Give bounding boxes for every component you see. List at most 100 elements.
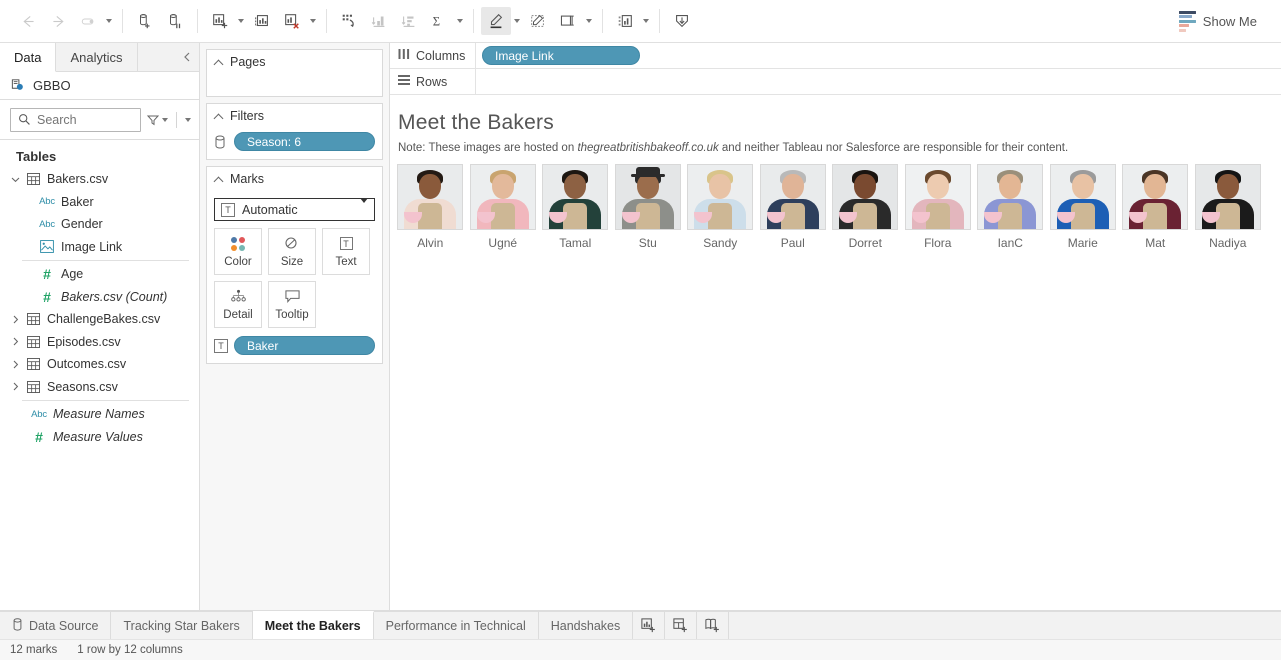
highlight-icon[interactable] bbox=[481, 7, 511, 35]
baker-photo[interactable] bbox=[542, 164, 609, 230]
color-button[interactable]: Color bbox=[214, 228, 262, 275]
marks-card-header[interactable]: Marks bbox=[207, 167, 382, 191]
clear-sheet-icon[interactable] bbox=[277, 7, 307, 35]
baker-photo[interactable] bbox=[977, 164, 1044, 230]
baker-photo[interactable] bbox=[687, 164, 754, 230]
baker-photo[interactable] bbox=[614, 164, 681, 230]
baker-name-label: IanC bbox=[997, 236, 1023, 250]
note-link[interactable]: thegreatbritishbakeoff.co.uk bbox=[577, 142, 718, 154]
chevron-right-icon[interactable] bbox=[8, 337, 22, 346]
field-row[interactable]: Episodes.csv bbox=[0, 331, 199, 354]
baker-cell[interactable]: Tamal bbox=[539, 164, 612, 250]
chevron-right-icon[interactable] bbox=[8, 382, 22, 391]
detail-button[interactable]: Detail bbox=[214, 281, 262, 328]
field-row[interactable]: # Measure Values bbox=[0, 426, 199, 449]
tab-data-source[interactable]: Data Source bbox=[0, 612, 112, 639]
new-dashboard-button[interactable] bbox=[665, 612, 698, 639]
fit-icon[interactable] bbox=[553, 7, 583, 35]
baker-photo[interactable] bbox=[1194, 164, 1261, 230]
collapse-pane-icon[interactable] bbox=[175, 43, 199, 71]
tab-data[interactable]: Data bbox=[0, 43, 57, 72]
field-row[interactable]: Abc Measure Names bbox=[0, 403, 199, 426]
baker-photo[interactable] bbox=[904, 164, 971, 230]
tooltip-button[interactable]: Tooltip bbox=[268, 281, 316, 328]
baker-cell[interactable]: Paul bbox=[757, 164, 830, 250]
field-row[interactable]: Abc Gender bbox=[0, 213, 199, 236]
chevron-right-icon[interactable] bbox=[8, 360, 22, 369]
fit-caret[interactable] bbox=[583, 7, 595, 35]
filters-card-header[interactable]: Filters bbox=[207, 104, 382, 128]
field-row[interactable]: # Age bbox=[0, 263, 199, 286]
filters-card-body[interactable]: Season: 6 bbox=[207, 128, 382, 159]
pause-auto-update-icon[interactable] bbox=[160, 7, 190, 35]
highlight-caret[interactable] bbox=[511, 7, 523, 35]
mark-type-dropdown[interactable]: T Automatic bbox=[214, 197, 375, 221]
show-me-button[interactable]: Show Me bbox=[1171, 8, 1269, 35]
columns-shelf-drop[interactable]: Image Link bbox=[476, 43, 1281, 68]
columns-pill-image-link[interactable]: Image Link bbox=[482, 46, 640, 65]
cards-caret[interactable] bbox=[640, 7, 652, 35]
filter-pill-season[interactable]: Season: 6 bbox=[234, 132, 375, 151]
forward-button[interactable] bbox=[43, 7, 73, 35]
field-row[interactable]: Image Link bbox=[0, 236, 199, 259]
text-button[interactable]: T Text bbox=[322, 228, 370, 275]
size-button[interactable]: Size bbox=[268, 228, 316, 275]
baker-photo[interactable] bbox=[1122, 164, 1189, 230]
marks-pill-baker[interactable]: Baker bbox=[234, 336, 375, 355]
field-row[interactable]: Seasons.csv bbox=[0, 376, 199, 399]
refresh-dropdown-caret[interactable] bbox=[103, 7, 115, 35]
field-row[interactable]: Abc Baker bbox=[0, 191, 199, 214]
freeform-select-icon[interactable] bbox=[523, 7, 553, 35]
rows-shelf-drop[interactable] bbox=[476, 69, 1281, 94]
field-row[interactable]: # Bakers.csv (Count) bbox=[0, 286, 199, 309]
baker-cell[interactable]: IanC bbox=[974, 164, 1047, 250]
baker-photo[interactable] bbox=[759, 164, 826, 230]
sort-ascending-icon[interactable] bbox=[364, 7, 394, 35]
baker-cell[interactable]: Nadiya bbox=[1192, 164, 1265, 250]
add-data-source-icon[interactable] bbox=[130, 7, 160, 35]
swap-rows-columns-icon[interactable] bbox=[334, 7, 364, 35]
pages-card-body[interactable] bbox=[207, 74, 382, 96]
field-row[interactable]: ChallengeBakes.csv bbox=[0, 308, 199, 331]
baker-cell[interactable]: Dorret bbox=[829, 164, 902, 250]
new-story-button[interactable] bbox=[697, 612, 730, 639]
baker-photo[interactable] bbox=[832, 164, 899, 230]
totals-caret[interactable] bbox=[454, 7, 466, 35]
baker-cell[interactable]: Stu bbox=[612, 164, 685, 250]
baker-cell[interactable]: Ugné bbox=[467, 164, 540, 250]
duplicate-sheet-icon[interactable] bbox=[247, 7, 277, 35]
tab-tracking-star-bakers[interactable]: Tracking Star Bakers bbox=[111, 612, 253, 639]
baker-cell[interactable]: Flora bbox=[902, 164, 975, 250]
tab-analytics[interactable]: Analytics bbox=[56, 43, 138, 71]
new-worksheet-caret[interactable] bbox=[235, 7, 247, 35]
field-row[interactable]: Bakers.csv bbox=[0, 168, 199, 191]
download-icon[interactable] bbox=[667, 7, 697, 35]
clear-sheet-caret[interactable] bbox=[307, 7, 319, 35]
filter-fields-button[interactable] bbox=[146, 109, 168, 131]
baker-cell[interactable]: Mat bbox=[1119, 164, 1192, 250]
search-field[interactable] bbox=[10, 108, 141, 132]
chevron-right-icon[interactable] bbox=[8, 315, 22, 324]
data-pane-menu-button[interactable] bbox=[185, 109, 191, 131]
totals-icon[interactable]: Σ bbox=[424, 7, 454, 35]
tab-meet-the-bakers[interactable]: Meet the Bakers bbox=[252, 611, 374, 639]
show-hide-cards-icon[interactable] bbox=[610, 7, 640, 35]
refresh-data-source-button[interactable] bbox=[73, 7, 103, 35]
field-row[interactable]: Outcomes.csv bbox=[0, 353, 199, 376]
baker-photo[interactable] bbox=[469, 164, 536, 230]
chevron-down-icon[interactable] bbox=[8, 175, 22, 184]
pages-card-header[interactable]: Pages bbox=[207, 50, 382, 74]
tab-performance-in-technical[interactable]: Performance in Technical bbox=[374, 612, 539, 639]
new-worksheet-icon[interactable] bbox=[205, 7, 235, 35]
baker-photo[interactable] bbox=[397, 164, 464, 230]
back-button[interactable] bbox=[13, 7, 43, 35]
data-source-row[interactable]: GBBO bbox=[0, 72, 199, 100]
baker-photo[interactable] bbox=[1049, 164, 1116, 230]
new-worksheet-button[interactable] bbox=[633, 612, 666, 639]
baker-cell[interactable]: Marie bbox=[1047, 164, 1120, 250]
tab-handshakes[interactable]: Handshakes bbox=[539, 612, 634, 639]
baker-cell[interactable]: Alvin bbox=[394, 164, 467, 250]
baker-cell[interactable]: Sandy bbox=[684, 164, 757, 250]
chevron-up-icon bbox=[215, 58, 224, 67]
sort-descending-icon[interactable] bbox=[394, 7, 424, 35]
